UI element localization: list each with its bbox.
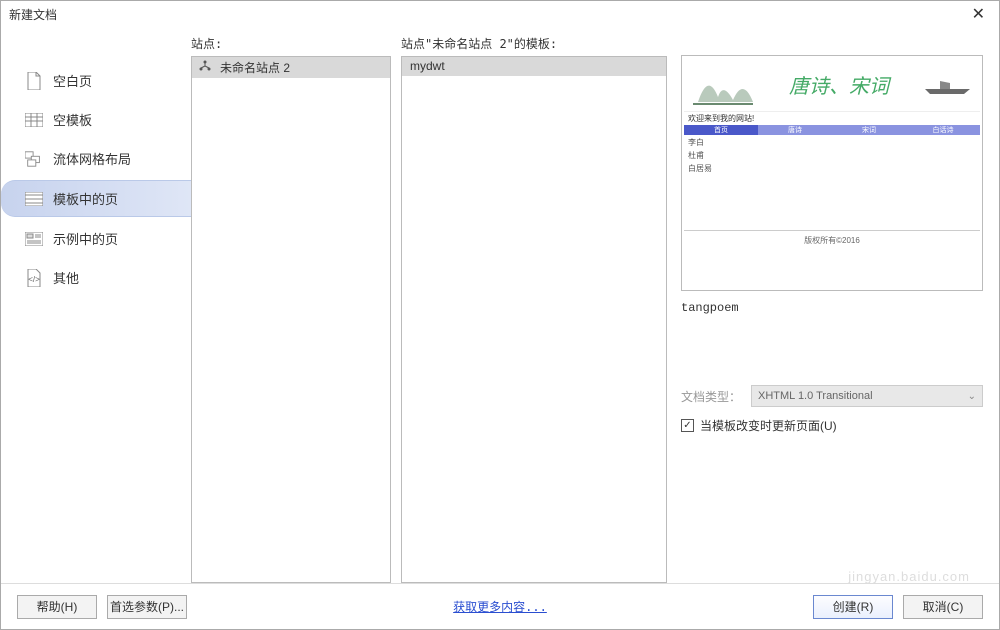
update-on-change-row[interactable]: ✓ 当模板改变时更新页面(U) <box>681 417 983 434</box>
preview-footer: 版权所有©2016 <box>684 230 980 250</box>
sites-column: 站点: 未命名站点 2 <box>191 35 391 583</box>
preview-nav-item: 宋词 <box>832 125 906 135</box>
new-document-dialog: 新建文档 ✕ 空白页 空模板 流体网格布局 模板中的页 示例 <box>0 0 1000 630</box>
dialog-footer: 帮助(H) 首选参数(P)... 获取更多内容... 创建(R) 取消(C) <box>1 583 999 629</box>
right-column: 唐诗、宋词 欢迎来到我的网站! 首页 唐诗 宋词 白话诗 李白 杜甫 白居易 版… <box>681 35 983 583</box>
titlebar: 新建文档 ✕ <box>1 1 999 27</box>
fluid-grid-icon <box>25 150 43 168</box>
template-preview: 唐诗、宋词 欢迎来到我的网站! 首页 唐诗 宋词 白话诗 李白 杜甫 白居易 版… <box>681 55 983 291</box>
grid-icon <box>25 111 43 129</box>
preview-poet: 李白 <box>688 137 976 150</box>
sidebar-item-label: 模板中的页 <box>53 189 118 208</box>
doc-type-label: 文档类型： <box>681 388 741 405</box>
close-icon[interactable]: ✕ <box>966 4 991 24</box>
site-row[interactable]: 未命名站点 2 <box>192 57 390 78</box>
svg-text:</>: </> <box>28 275 40 284</box>
preview-title: 唐诗、宋词 <box>758 70 920 99</box>
sidebar-item-fluid-grid[interactable]: 流体网格布局 <box>1 141 191 176</box>
checkbox-icon[interactable]: ✓ <box>681 419 694 432</box>
sidebar-item-label: 流体网格布局 <box>53 149 131 168</box>
boat-icon <box>920 75 980 95</box>
sidebar-item-other[interactable]: </> 其他 <box>1 260 191 295</box>
footer-center: 获取更多内容... <box>197 598 803 615</box>
preview-nav-item: 首页 <box>684 125 758 135</box>
preview-banner: 唐诗、宋词 <box>684 58 980 112</box>
sidebar-item-label: 其他 <box>53 268 79 287</box>
preview-nav-item: 唐诗 <box>758 125 832 135</box>
preview-poet-list: 李白 杜甫 白居易 <box>684 135 980 177</box>
doc-type-select[interactable]: XHTML 1.0 Transitional ⌄ <box>751 385 983 407</box>
templates-column: 站点"未命名站点 2"的模板: mydwt <box>401 35 667 583</box>
preview-poet: 白居易 <box>688 163 976 176</box>
templates-listbox[interactable]: mydwt <box>401 56 667 583</box>
sidebar-item-page-from-sample[interactable]: 示例中的页 <box>1 221 191 256</box>
sidebar: 空白页 空模板 流体网格布局 模板中的页 示例中的页 </> 其他 <box>1 35 191 583</box>
code-icon: </> <box>25 269 43 287</box>
site-icon <box>198 60 212 75</box>
sidebar-item-label: 空白页 <box>53 71 92 90</box>
doc-type-row: 文档类型： XHTML 1.0 Transitional ⌄ <box>681 385 983 407</box>
preview-welcome: 欢迎来到我的网站! <box>684 112 980 125</box>
sidebar-item-label: 示例中的页 <box>53 229 118 248</box>
help-button[interactable]: 帮助(H) <box>17 595 97 619</box>
chevron-down-icon: ⌄ <box>968 391 976 402</box>
sites-heading: 站点: <box>191 35 391 52</box>
doc-type-value: XHTML 1.0 Transitional <box>758 390 873 402</box>
template-page-icon <box>25 190 43 208</box>
template-label: mydwt <box>410 59 445 73</box>
dialog-title: 新建文档 <box>9 6 966 23</box>
sidebar-item-label: 空模板 <box>53 110 92 129</box>
create-button[interactable]: 创建(R) <box>813 595 893 619</box>
preview-name: tangpoem <box>681 301 983 315</box>
cancel-button[interactable]: 取消(C) <box>903 595 983 619</box>
preview-nav-item: 白话诗 <box>906 125 980 135</box>
preview-ink-art <box>684 62 758 108</box>
page-icon <box>25 72 43 90</box>
sites-listbox[interactable]: 未命名站点 2 <box>191 56 391 583</box>
update-checkbox-label: 当模板改变时更新页面(U) <box>700 417 837 434</box>
get-more-link[interactable]: 获取更多内容... <box>453 600 547 614</box>
template-row[interactable]: mydwt <box>402 57 666 76</box>
sidebar-item-page-from-template[interactable]: 模板中的页 <box>1 180 191 217</box>
preview-poet: 杜甫 <box>688 150 976 163</box>
preview-nav: 首页 唐诗 宋词 白话诗 <box>684 125 980 135</box>
dialog-body: 空白页 空模板 流体网格布局 模板中的页 示例中的页 </> 其他 <box>1 27 999 583</box>
site-label: 未命名站点 2 <box>220 59 290 76</box>
sidebar-item-blank-page[interactable]: 空白页 <box>1 63 191 98</box>
sample-page-icon <box>25 230 43 248</box>
sidebar-item-blank-template[interactable]: 空模板 <box>1 102 191 137</box>
preferences-button[interactable]: 首选参数(P)... <box>107 595 187 619</box>
templates-heading: 站点"未命名站点 2"的模板: <box>401 35 667 52</box>
